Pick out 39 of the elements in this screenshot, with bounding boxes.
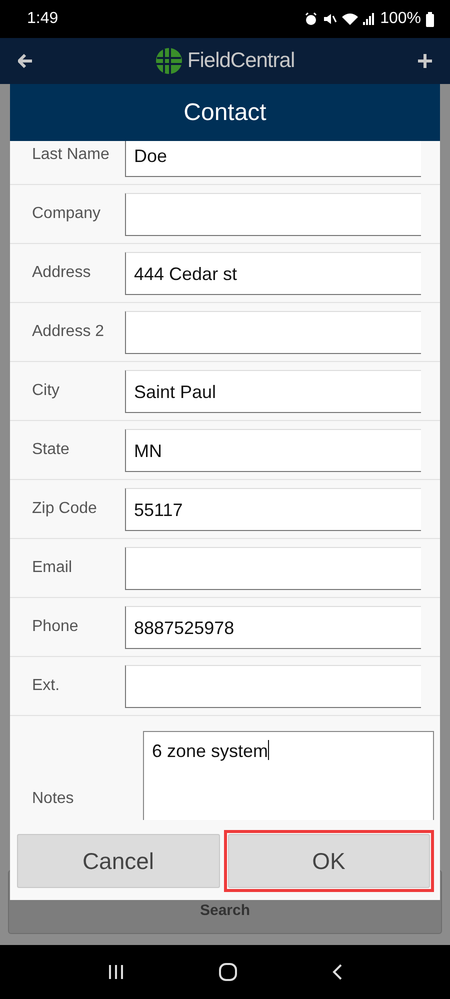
notes-field[interactable]: 6 zone system [143, 731, 434, 820]
mute-icon [323, 12, 338, 26]
field-label: State [31, 441, 70, 459]
input-field[interactable]: Doe [125, 141, 421, 176]
field-label: Last Name [31, 146, 110, 164]
field-label: Company [31, 205, 102, 223]
alarm-icon [304, 12, 318, 26]
dialog-title: Contact [10, 84, 440, 141]
home-icon[interactable] [218, 963, 237, 981]
field-label: Notes [31, 789, 75, 808]
logo-icon [155, 47, 184, 75]
input-field[interactable]: 444 Cedar st [125, 252, 421, 294]
input-field[interactable]: 8887525978 [125, 606, 421, 648]
field-label: Phone [31, 618, 80, 636]
input-field[interactable]: 55117 [125, 488, 421, 530]
input-field[interactable] [125, 192, 421, 236]
field-label: Zip Code [31, 500, 98, 518]
signal-icon [363, 13, 376, 25]
back-icon[interactable] [332, 964, 342, 980]
field-label: Email [31, 559, 74, 577]
input-field[interactable] [125, 664, 421, 708]
field-label: City [31, 382, 61, 400]
ok-button[interactable]: OK [228, 834, 430, 888]
recent-apps-icon[interactable] [108, 964, 124, 980]
battery-percent: 100% [380, 10, 421, 28]
input-field[interactable] [125, 546, 421, 590]
battery-icon [426, 12, 434, 26]
input-field[interactable] [125, 310, 421, 354]
status-time: 1:49 [27, 10, 58, 28]
back-arrow-icon[interactable] [18, 54, 32, 68]
field-label: Ext. [31, 677, 61, 695]
wifi-icon [342, 12, 358, 26]
input-field[interactable]: MN [125, 428, 421, 472]
input-field[interactable]: Saint Paul [125, 370, 421, 412]
cancel-button[interactable]: Cancel [17, 834, 220, 888]
app-logo-text: FieldCentral [187, 49, 295, 73]
add-icon[interactable] [418, 54, 432, 68]
field-label: Address [31, 264, 92, 282]
field-label: Address 2 [31, 323, 106, 341]
